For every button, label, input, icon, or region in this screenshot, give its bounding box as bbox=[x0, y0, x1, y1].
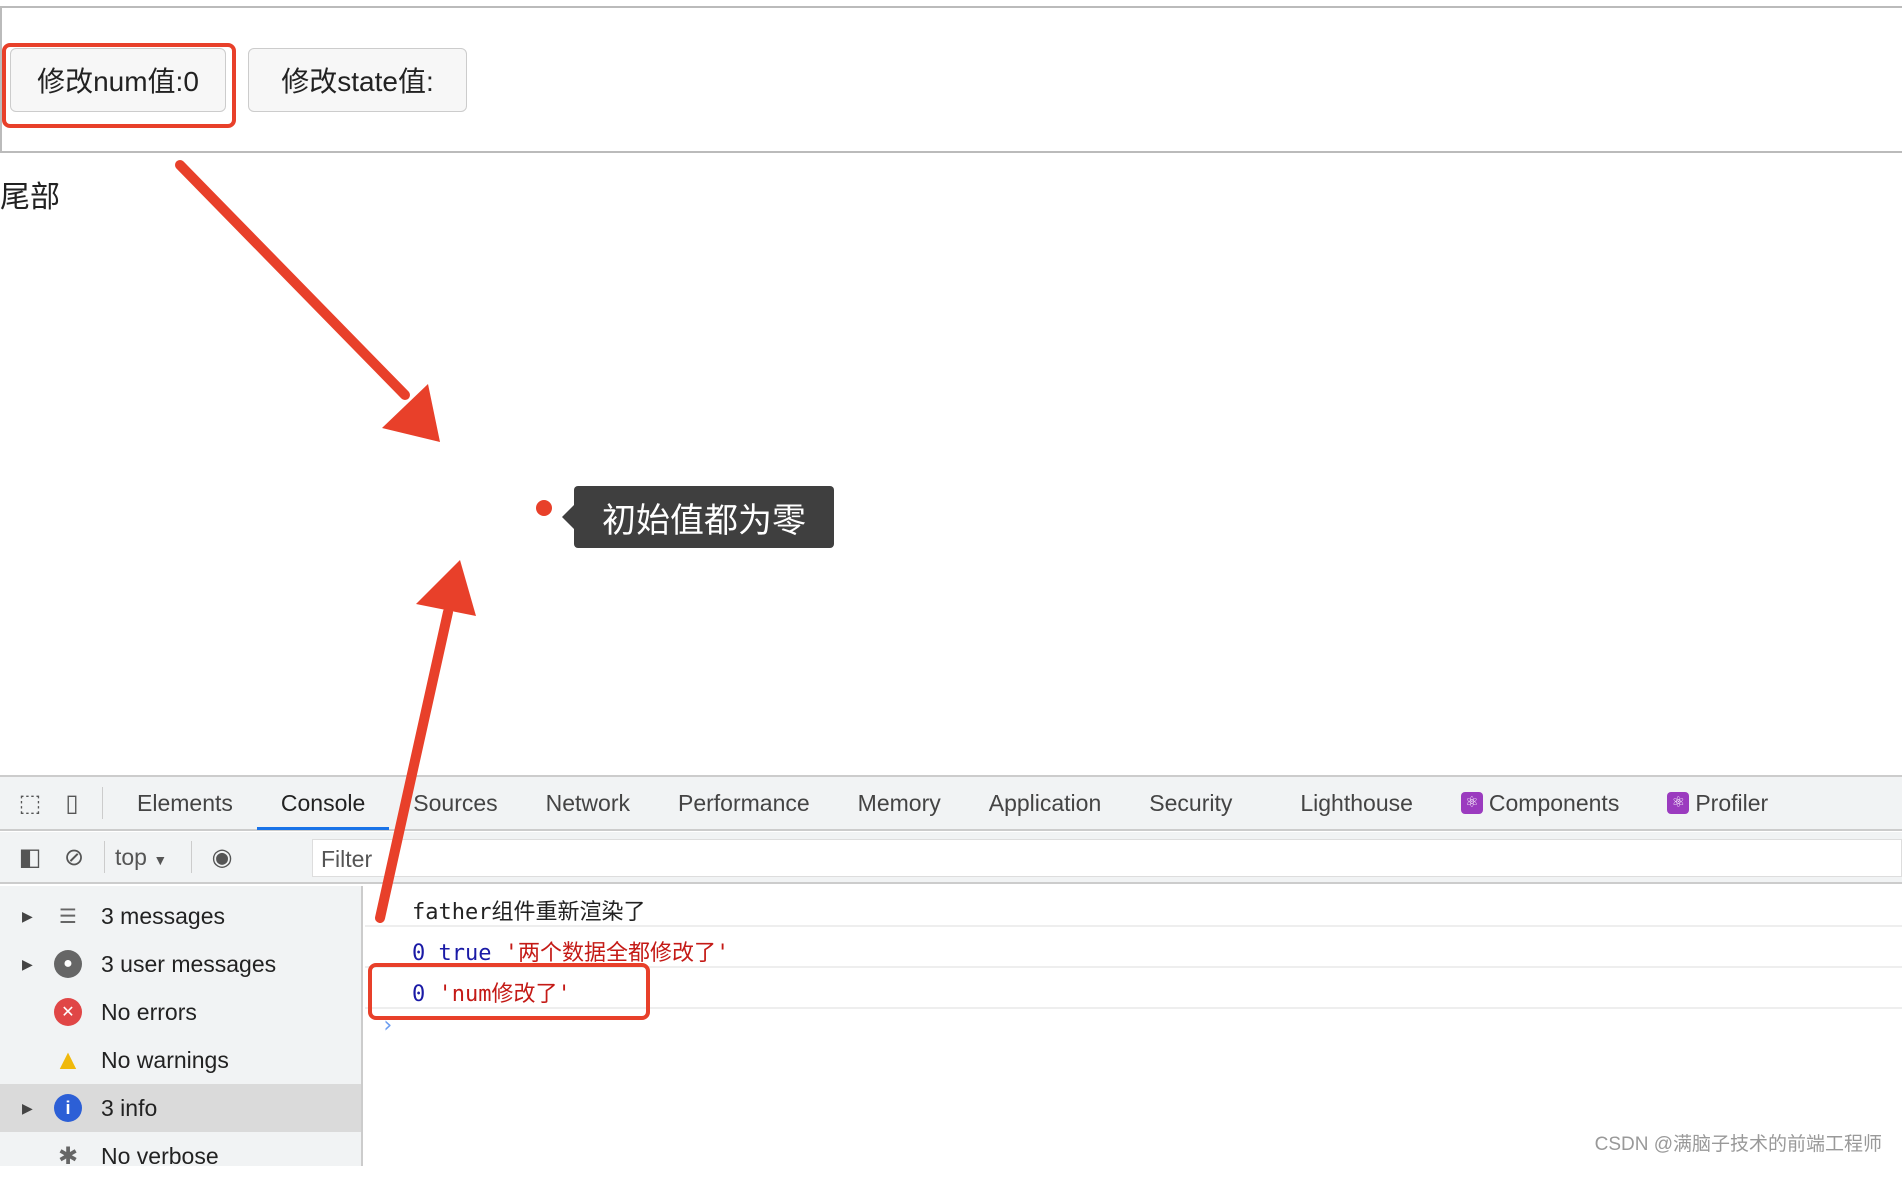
tab-label: Components bbox=[1488, 789, 1620, 816]
console-toolbar: ◧ ⊘ top ▼ ◉ Filter bbox=[0, 832, 1902, 884]
devtools-panel: ⬚ ▯ Elements Console Sources Network Per… bbox=[0, 775, 1902, 1170]
tab-performance[interactable]: Performance bbox=[654, 776, 834, 830]
console-output: father组件重新渲染了 0 true '两个数据全都修改了' 0 'num修… bbox=[365, 886, 1902, 1166]
dropdown-arrow-icon: ▼ bbox=[153, 851, 168, 868]
expand-triangle-icon[interactable]: ▶ bbox=[22, 956, 33, 973]
annotation-tooltip: 初始值都为零 bbox=[562, 486, 834, 548]
sidebar-toggle-icon[interactable]: ◧ bbox=[10, 837, 50, 877]
tab-profiler[interactable]: ⚛ Profiler bbox=[1643, 776, 1792, 830]
arrow-head-down bbox=[382, 384, 440, 442]
console-sidebar: ▶ ☰ 3 messages ▶ ● 3 user messages ✕ No error… bbox=[0, 886, 363, 1170]
list-icon: ☰ bbox=[59, 905, 77, 928]
tab-lighthouse[interactable]: Lighthouse bbox=[1276, 776, 1437, 830]
sidebar-item-errors[interactable]: ✕ No errors bbox=[0, 988, 361, 1036]
tab-application[interactable]: Application bbox=[965, 776, 1126, 830]
divider bbox=[191, 841, 192, 873]
sidebar-item-warnings[interactable]: ▲ No warnings bbox=[0, 1036, 361, 1084]
context-value: top bbox=[115, 843, 147, 870]
sidebar-item-verbose[interactable]: ✱ No verbose bbox=[0, 1132, 361, 1180]
modify-state-button[interactable]: 修改state值: bbox=[248, 48, 467, 112]
tab-console[interactable]: Console bbox=[256, 776, 390, 830]
console-line: father组件重新渲染了 bbox=[365, 886, 1902, 927]
tab-components[interactable]: ⚛ Components bbox=[1437, 776, 1643, 830]
tab-memory[interactable]: Memory bbox=[834, 776, 965, 830]
eye-icon[interactable]: ◉ bbox=[202, 837, 242, 877]
device-toolbar-icon[interactable]: ▯ bbox=[52, 783, 92, 823]
sidebar-item-label: No warnings bbox=[101, 1046, 229, 1073]
tab-network[interactable]: Network bbox=[522, 776, 654, 830]
context-select[interactable]: top ▼ bbox=[115, 844, 181, 871]
sidebar-item-user-messages[interactable]: ▶ ● 3 user messages bbox=[0, 940, 361, 988]
sidebar-item-label: No verbose bbox=[101, 1142, 219, 1169]
tab-sources[interactable]: Sources bbox=[389, 776, 521, 830]
arrow-shaft-down bbox=[175, 160, 410, 400]
sidebar-item-label: 3 messages bbox=[101, 902, 226, 929]
warning-icon: ▲ bbox=[54, 1044, 82, 1075]
highlight-box-console bbox=[368, 963, 650, 1020]
clear-console-icon[interactable]: ⊘ bbox=[54, 837, 94, 877]
divider bbox=[104, 841, 105, 873]
arrow-head-up bbox=[416, 560, 476, 616]
devtools-tabbar: ⬚ ▯ Elements Console Sources Network Per… bbox=[0, 777, 1902, 831]
filter-input[interactable]: Filter bbox=[312, 839, 1902, 877]
watermark: CSDN @满脑子技术的前端工程师 bbox=[1594, 1134, 1882, 1155]
sidebar-item-info[interactable]: ▶ i 3 info bbox=[0, 1084, 361, 1132]
tab-security[interactable]: Security bbox=[1125, 776, 1256, 830]
annotation-dot bbox=[536, 500, 552, 516]
tab-elements[interactable]: Elements bbox=[113, 776, 257, 830]
footer-text: 尾部 bbox=[0, 181, 60, 214]
sidebar-item-label: 3 user messages bbox=[101, 950, 277, 977]
sidebar-item-label: No errors bbox=[101, 998, 197, 1025]
user-icon: ● bbox=[54, 950, 82, 978]
react-icon: ⚛ bbox=[1460, 792, 1483, 814]
react-icon: ⚛ bbox=[1667, 792, 1690, 814]
sidebar-item-label: 3 info bbox=[101, 1094, 158, 1121]
console-line: 0 true '两个数据全都修改了' bbox=[365, 927, 1902, 968]
error-icon: ✕ bbox=[54, 998, 82, 1026]
expand-triangle-icon[interactable]: ▶ bbox=[22, 1100, 33, 1117]
tab-label: Profiler bbox=[1695, 789, 1769, 816]
info-icon: i bbox=[54, 1094, 82, 1122]
inspect-element-icon[interactable]: ⬚ bbox=[10, 783, 50, 823]
highlight-box-button bbox=[2, 43, 236, 128]
expand-triangle-icon[interactable]: ▶ bbox=[22, 908, 33, 925]
sidebar-item-messages[interactable]: ▶ ☰ 3 messages bbox=[0, 892, 361, 940]
divider bbox=[102, 787, 103, 819]
